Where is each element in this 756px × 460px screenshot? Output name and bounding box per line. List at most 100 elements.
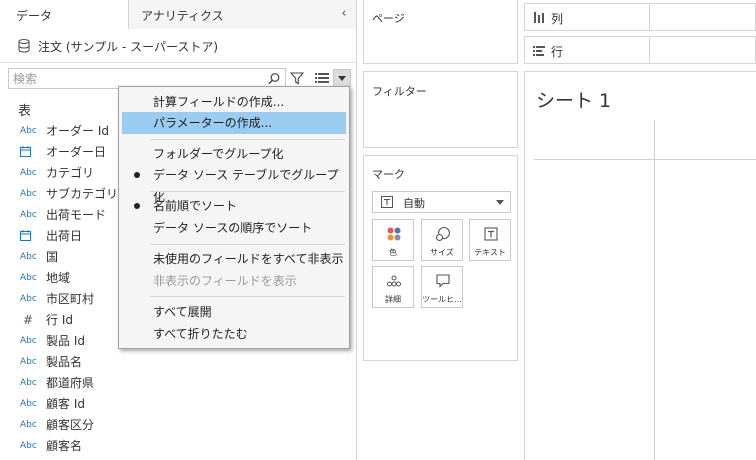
menu-separator <box>150 139 345 140</box>
string-type-icon: Abc <box>20 335 37 346</box>
color-button[interactable]: 色 <box>372 219 414 261</box>
pane-divider <box>0 62 356 63</box>
tooltip-button-label: ツールヒ... <box>422 295 462 304</box>
number-type-icon: # <box>23 312 34 327</box>
shelf-divider <box>649 37 650 63</box>
field-row[interactable]: Abc 都道府県 <box>0 372 356 393</box>
filters-card[interactable]: フィルター <box>363 71 518 148</box>
tab-data[interactable]: データ <box>0 0 129 29</box>
field-row[interactable]: Abc 顧客区分 <box>0 414 356 435</box>
marks-card-title: マーク <box>372 168 405 181</box>
field-name: 市区町村 <box>46 292 95 306</box>
string-type-icon: Abc <box>20 440 37 451</box>
string-type-icon: Abc <box>20 356 37 367</box>
mark-type-dropdown[interactable]: 自動 <box>372 191 511 213</box>
pages-card-title: ページ <box>372 12 405 25</box>
menu-item-group-by-table[interactable]: データ ソース テーブルでグループ化 <box>122 164 346 204</box>
field-row[interactable]: Abc 顧客 Id <box>0 393 356 414</box>
field-name: 顧客区分 <box>46 418 95 432</box>
field-name: オーダー日 <box>46 145 107 159</box>
datasource-name: 注文 (サンプル - スーパーストア) <box>38 39 219 54</box>
menu-item-show-hidden: 非表示のフィールドを表示 <box>153 274 297 288</box>
string-type-icon: Abc <box>20 293 37 304</box>
string-type-icon: Abc <box>20 251 37 262</box>
field-name: 都道府県 <box>46 376 95 390</box>
menu-item-sort-by-name[interactable]: 名前順でソート <box>122 195 346 217</box>
filter-icon[interactable] <box>290 71 304 85</box>
field-name: 顧客名 <box>46 439 83 453</box>
field-name: 製品名 <box>46 355 83 369</box>
string-type-icon: Abc <box>20 419 37 430</box>
size-button[interactable]: サイズ <box>421 219 463 261</box>
field-name: 顧客 Id <box>46 397 85 411</box>
string-type-icon: Abc <box>20 377 37 388</box>
side-tabs: データ アナリティクス ‹ <box>0 0 356 29</box>
field-name: 地域 <box>46 271 71 285</box>
text-button-label: テキスト <box>474 248 506 257</box>
field-name: 製品 Id <box>46 334 85 348</box>
marks-card: マーク 自動 色 サイズ テキスト 詳細 ツールヒ... <box>363 155 518 361</box>
menu-item-label: 名前順でソート <box>153 199 238 213</box>
detail-button[interactable]: 詳細 <box>372 266 414 308</box>
field-name: サブカテゴリ <box>46 187 119 201</box>
caret-down-icon <box>338 76 346 81</box>
text-button[interactable]: テキスト <box>469 219 511 261</box>
string-type-icon: Abc <box>20 125 37 136</box>
mark-type-label: 自動 <box>403 197 425 210</box>
menu-item-expand-all[interactable]: すべて展開 <box>122 301 346 323</box>
worksheet-canvas[interactable]: シート 1 <box>524 71 756 460</box>
date-type-icon <box>20 230 46 241</box>
tooltip-icon <box>436 274 450 288</box>
menu-separator <box>150 244 345 245</box>
rows-shelf[interactable]: 行 <box>524 36 756 64</box>
selected-bullet-icon <box>134 203 140 209</box>
data-pane-context-menu: 計算フィールドの作成... パラメーターの作成... フォルダーでグループ化 デ… <box>118 86 350 349</box>
columns-shelf[interactable]: 列 <box>524 3 756 31</box>
selected-bullet-icon <box>134 172 140 178</box>
table-heading: 表 <box>18 104 32 119</box>
menu-separator <box>150 296 345 297</box>
search-input[interactable] <box>13 70 263 87</box>
view-list-icon[interactable] <box>315 72 329 84</box>
color-button-label: 色 <box>389 248 397 257</box>
view-divider-vertical <box>654 120 655 460</box>
tooltip-button[interactable]: ツールヒ... <box>421 266 463 308</box>
shelf-divider <box>649 4 650 30</box>
data-pane-menu-button[interactable] <box>333 69 351 87</box>
menu-item-sort-by-source[interactable]: データ ソースの順序でソート <box>122 217 346 239</box>
datasource-row[interactable]: 注文 (サンプル - スーパーストア) <box>16 36 218 56</box>
menu-separator <box>150 191 345 192</box>
menu-item-create-calculated-field[interactable]: 計算フィールドの作成... <box>122 91 346 113</box>
field-name: カテゴリ <box>46 166 95 180</box>
field-name: オーダー Id <box>46 124 109 138</box>
field-name: 行 Id <box>46 313 73 327</box>
menu-item-group-by-folder[interactable]: フォルダーでグループ化 <box>122 143 346 165</box>
caret-down-icon <box>496 200 504 205</box>
menu-item-create-parameter[interactable]: パラメーターの作成... <box>122 112 346 134</box>
field-row[interactable]: Abc 製品名 <box>0 351 356 372</box>
tab-analytics[interactable]: アナリティクス <box>129 0 356 29</box>
text-mark-icon <box>381 196 393 208</box>
string-type-icon: Abc <box>20 209 37 220</box>
columns-icon <box>534 12 544 23</box>
field-name: 出荷日 <box>46 229 83 243</box>
search-icon[interactable] <box>267 72 281 86</box>
size-button-label: サイズ <box>430 248 454 257</box>
collapse-chevron-icon[interactable]: ‹ <box>338 7 350 21</box>
pages-card[interactable]: ページ <box>363 0 518 64</box>
string-type-icon: Abc <box>20 167 37 178</box>
datasource-icon <box>18 38 30 53</box>
date-type-icon <box>20 146 46 157</box>
detail-button-label: 詳細 <box>385 295 401 304</box>
sheet-title[interactable]: シート 1 <box>536 86 611 113</box>
field-name: 出荷モード <box>46 208 107 222</box>
size-icon <box>435 226 451 242</box>
string-type-icon: Abc <box>20 272 37 283</box>
menu-item-hide-unused[interactable]: 未使用のフィールドをすべて非表示 <box>122 248 346 270</box>
string-type-icon: Abc <box>20 188 37 199</box>
menu-item-collapse-all[interactable]: すべて折りたたむ <box>122 323 346 345</box>
rows-icon <box>533 46 545 56</box>
field-name: 国 <box>46 250 59 264</box>
field-row[interactable]: Abc 顧客名 <box>0 435 356 456</box>
string-type-icon: Abc <box>20 398 37 409</box>
